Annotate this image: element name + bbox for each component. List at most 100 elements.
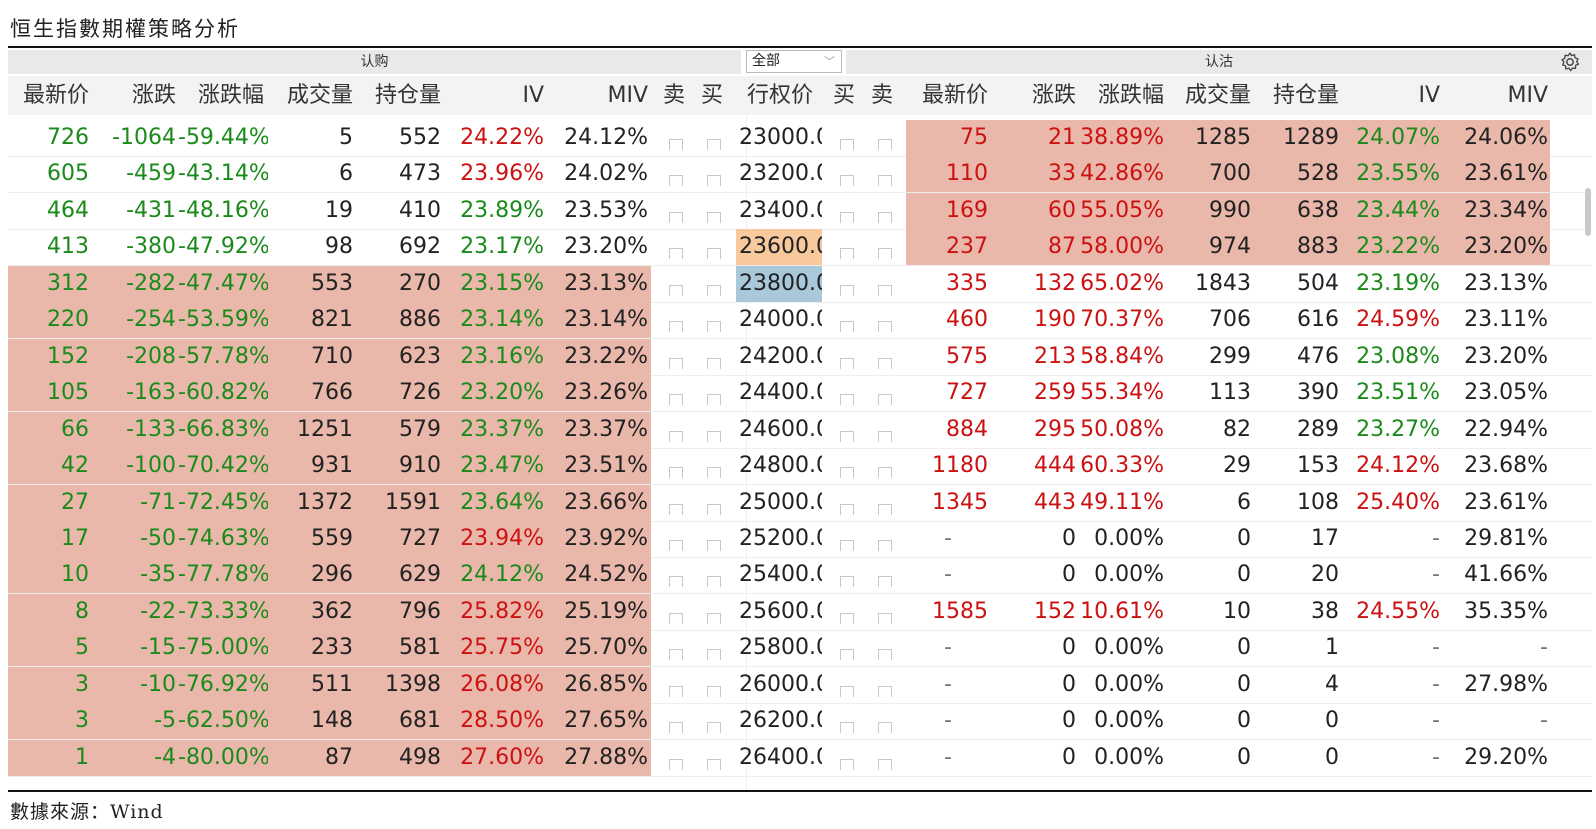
header-call-change-pct[interactable]: 涨跌幅: [178, 76, 264, 115]
put-buy-checkbox[interactable]: [840, 394, 854, 406]
put-sell-checkbox[interactable]: [878, 175, 892, 187]
call-buy-checkbox[interactable]: [707, 211, 721, 223]
call-sell-checkbox[interactable]: [669, 248, 683, 260]
call-buy-checkbox[interactable]: [707, 139, 721, 150]
call-sell-checkbox[interactable]: [669, 321, 683, 333]
put-sell-checkbox[interactable]: [878, 284, 892, 296]
call-sell-checkbox[interactable]: [669, 284, 683, 296]
call-sell-checkbox[interactable]: [669, 539, 683, 551]
put-sell-checkbox[interactable]: [878, 321, 892, 333]
put-sell-checkbox[interactable]: [878, 503, 892, 515]
table-row[interactable]: 312 -282-47.47% 553 270 23.15% 23.13% 23800.00…: [8, 265, 1592, 303]
table-row[interactable]: 220 -254-53.59% 821 886 23.14% 23.14% 24000.00…: [8, 302, 1592, 340]
strike-filter-select[interactable]: 全部 ﹀: [746, 50, 842, 73]
call-sell-checkbox[interactable]: [669, 758, 683, 770]
table-row[interactable]: 3 -10-76.92% 511 1398 26.08% 26.85% 26000.00 - 0…: [8, 666, 1592, 704]
put-sell-checkbox[interactable]: [878, 576, 892, 588]
put-buy-checkbox[interactable]: [840, 284, 854, 296]
table-row[interactable]: 27 -71-72.45% 1372 1591 23.64% 23.66% 25000.00…: [8, 484, 1592, 522]
put-buy-checkbox[interactable]: [840, 722, 854, 734]
call-buy-checkbox[interactable]: [707, 685, 721, 697]
put-buy-checkbox[interactable]: [840, 139, 854, 150]
header-put-last[interactable]: 最新价: [922, 76, 1006, 115]
put-buy-checkbox[interactable]: [840, 357, 854, 369]
header-put-change-pct[interactable]: 涨跌幅: [1076, 76, 1164, 115]
header-call-iv[interactable]: IV: [448, 76, 544, 115]
put-sell-checkbox[interactable]: [878, 394, 892, 406]
put-buy-checkbox[interactable]: [840, 685, 854, 697]
table-row[interactable]: 10 -35-77.78% 296 629 24.12% 24.52% 25400.00 - 0…: [8, 557, 1592, 595]
call-sell-checkbox[interactable]: [669, 467, 683, 479]
table-row[interactable]: 726 -1064-59.44% 5 552 24.22% 24.12% 23000.00 7…: [8, 120, 1592, 157]
table-row[interactable]: 105 -163-60.82% 766 726 23.20% 23.26% 24400.00…: [8, 375, 1592, 413]
header-call-buy[interactable]: 买: [694, 76, 730, 115]
call-buy-checkbox[interactable]: [707, 467, 721, 479]
put-buy-checkbox[interactable]: [840, 612, 854, 624]
header-strike[interactable]: 行权价: [738, 76, 822, 115]
chevron-down-icon[interactable]: ﹀: [824, 51, 835, 72]
table-row[interactable]: 152 -208-57.78% 710 623 23.16% 23.22% 24200.00…: [8, 338, 1592, 376]
gear-icon[interactable]: [1558, 50, 1582, 74]
header-call-sell[interactable]: 卖: [656, 76, 692, 115]
call-sell-checkbox[interactable]: [669, 503, 683, 515]
put-sell-checkbox[interactable]: [878, 357, 892, 369]
call-sell-checkbox[interactable]: [669, 685, 683, 697]
call-buy-checkbox[interactable]: [707, 430, 721, 442]
call-buy-checkbox[interactable]: [707, 503, 721, 515]
table-row[interactable]: 66 -133-66.83% 1251 579 23.37% 23.37% 24600.00…: [8, 411, 1592, 449]
put-sell-checkbox[interactable]: [878, 211, 892, 223]
table-row[interactable]: 17 -50-74.63% 559 727 23.94% 23.92% 25200.00 - 0…: [8, 520, 1592, 558]
header-put-volume[interactable]: 成交量: [1168, 76, 1251, 115]
put-buy-checkbox[interactable]: [840, 576, 854, 588]
header-put-miv[interactable]: MIV: [1448, 76, 1548, 115]
put-buy-checkbox[interactable]: [840, 467, 854, 479]
call-buy-checkbox[interactable]: [707, 175, 721, 187]
call-sell-checkbox[interactable]: [669, 394, 683, 406]
call-sell-checkbox[interactable]: [669, 576, 683, 588]
call-buy-checkbox[interactable]: [707, 539, 721, 551]
put-buy-checkbox[interactable]: [840, 539, 854, 551]
header-put-iv[interactable]: IV: [1348, 76, 1440, 115]
call-buy-checkbox[interactable]: [707, 722, 721, 734]
call-sell-checkbox[interactable]: [669, 722, 683, 734]
put-buy-checkbox[interactable]: [840, 175, 854, 187]
header-put-change[interactable]: 涨跌: [1006, 76, 1076, 115]
put-sell-checkbox[interactable]: [878, 758, 892, 770]
put-sell-checkbox[interactable]: [878, 722, 892, 734]
put-buy-checkbox[interactable]: [840, 758, 854, 770]
put-buy-checkbox[interactable]: [840, 430, 854, 442]
table-row[interactable]: 3 -5-62.50% 148 681 28.50% 27.65% 26200.00 - 0 0.…: [8, 703, 1592, 741]
put-sell-checkbox[interactable]: [878, 139, 892, 150]
call-sell-checkbox[interactable]: [669, 612, 683, 624]
call-buy-checkbox[interactable]: [707, 394, 721, 406]
header-call-oi[interactable]: 持仓量: [358, 76, 441, 115]
table-row[interactable]: 1 -4-80.00% 87 498 27.60% 27.88% 26400.00 - 0 0.0…: [8, 739, 1592, 777]
call-sell-checkbox[interactable]: [669, 430, 683, 442]
table-row[interactable]: 8 -22-73.33% 362 796 25.82% 25.19% 25600.00 158…: [8, 593, 1592, 631]
call-sell-checkbox[interactable]: [669, 139, 683, 150]
table-row[interactable]: 605 -459-43.14% 6 473 23.96% 24.02% 23200.00 11…: [8, 156, 1592, 194]
call-sell-checkbox[interactable]: [669, 649, 683, 661]
table-row[interactable]: 5-15-75.00%23358125.75%25.70%25800.00-00…: [8, 630, 1592, 668]
header-put-oi[interactable]: 持仓量: [1258, 76, 1339, 115]
call-buy-checkbox[interactable]: [707, 612, 721, 624]
put-sell-checkbox[interactable]: [878, 248, 892, 260]
header-put-sell[interactable]: 卖: [864, 76, 900, 115]
put-sell-checkbox[interactable]: [878, 539, 892, 551]
header-call-miv[interactable]: MIV: [550, 76, 648, 115]
put-buy-checkbox[interactable]: [840, 211, 854, 223]
table-row[interactable]: 464 -431-48.16% 19 410 23.89% 23.53% 23400.00 1…: [8, 192, 1592, 230]
table-row[interactable]: 413 -380-47.92% 98 692 23.17% 23.20% 23600.00 2…: [8, 229, 1592, 267]
table-row[interactable]: 42 -100-70.42% 931 910 23.47% 23.51% 24800.00 1…: [8, 448, 1592, 486]
header-call-last[interactable]: 最新价: [23, 76, 103, 115]
call-buy-checkbox[interactable]: [707, 758, 721, 770]
header-call-change[interactable]: 涨跌: [103, 76, 176, 115]
call-buy-checkbox[interactable]: [707, 321, 721, 333]
call-buy-checkbox[interactable]: [707, 357, 721, 369]
put-buy-checkbox[interactable]: [840, 248, 854, 260]
put-buy-checkbox[interactable]: [840, 503, 854, 515]
header-call-volume[interactable]: 成交量: [270, 76, 353, 115]
call-sell-checkbox[interactable]: [669, 211, 683, 223]
call-sell-checkbox[interactable]: [669, 357, 683, 369]
call-buy-checkbox[interactable]: [707, 284, 721, 296]
